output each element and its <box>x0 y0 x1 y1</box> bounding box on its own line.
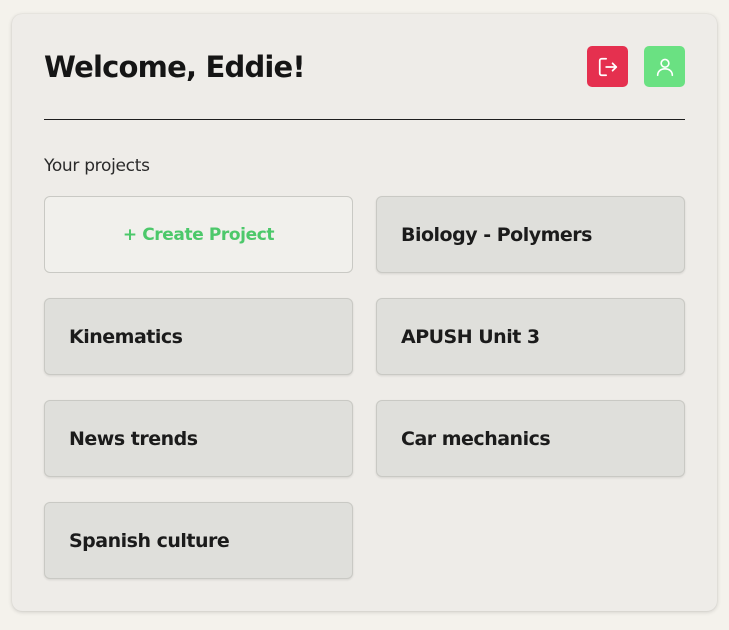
project-name: Car mechanics <box>401 427 551 450</box>
project-name: News trends <box>69 427 198 450</box>
create-project-button[interactable]: + Create Project <box>44 196 353 273</box>
user-icon <box>654 56 676 78</box>
project-name: APUSH Unit 3 <box>401 325 540 348</box>
page-title: Welcome, Eddie! <box>44 50 306 84</box>
project-card[interactable]: Biology - Polymers <box>376 196 685 273</box>
welcome-card: Welcome, Eddie! Your projects + Create P… <box>12 14 717 611</box>
header: Welcome, Eddie! <box>44 46 685 88</box>
project-name: Spanish culture <box>69 529 230 552</box>
project-card[interactable]: APUSH Unit 3 <box>376 298 685 375</box>
project-card[interactable]: Spanish culture <box>44 502 353 579</box>
logout-button[interactable] <box>587 46 628 87</box>
profile-button[interactable] <box>644 46 685 87</box>
project-name: Kinematics <box>69 325 183 348</box>
project-card[interactable]: Kinematics <box>44 298 353 375</box>
logout-icon <box>597 56 619 78</box>
header-divider <box>44 119 685 120</box>
projects-grid: + Create Project Biology - Polymers Kine… <box>44 196 685 579</box>
project-name: Biology - Polymers <box>401 223 592 246</box>
create-project-label: + Create Project <box>122 224 275 245</box>
projects-section-label: Your projects <box>44 156 150 176</box>
project-card[interactable]: News trends <box>44 400 353 477</box>
project-card[interactable]: Car mechanics <box>376 400 685 477</box>
